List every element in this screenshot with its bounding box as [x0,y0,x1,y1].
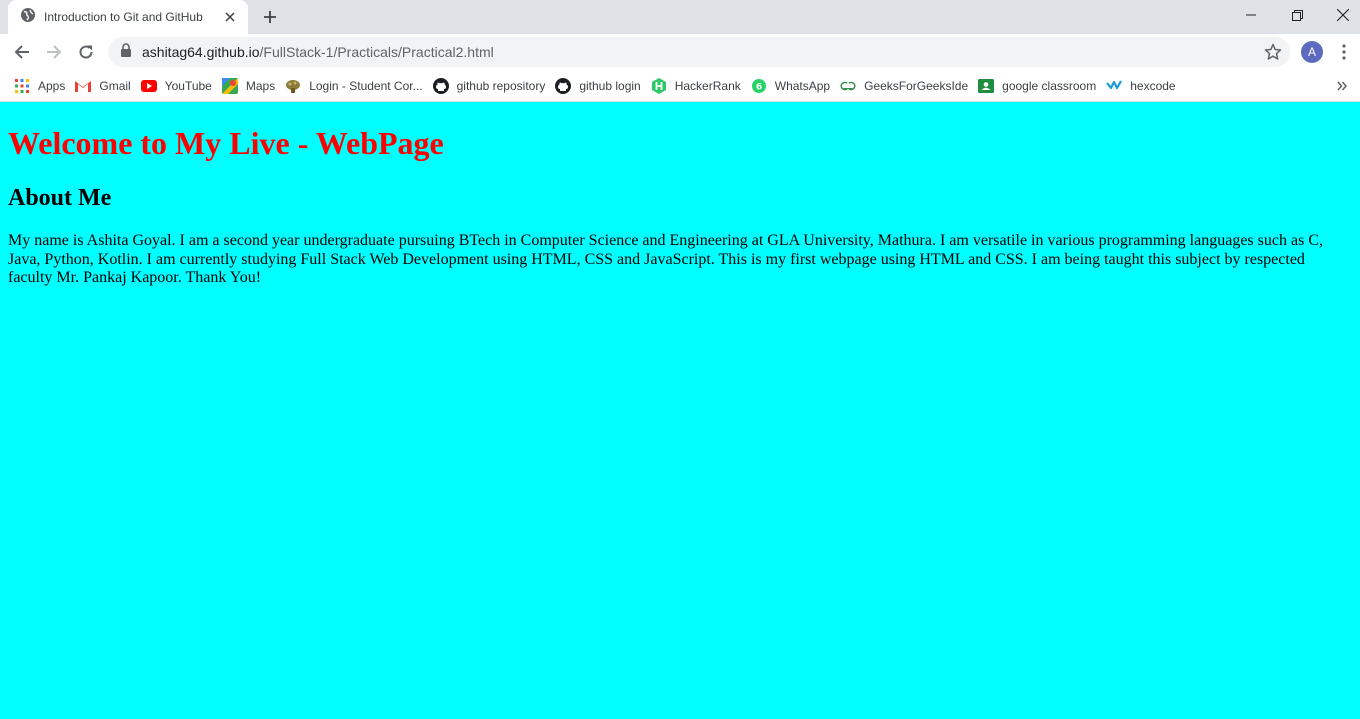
bookmark-maps[interactable]: Maps [220,74,283,98]
apps-grid-icon [14,78,30,94]
page-content: Welcome to My Live - WebPage About Me My… [0,102,1360,719]
hackerrank-icon [651,77,667,94]
bookmark-label: google classroom [1002,78,1097,93]
bookmark-github-repository[interactable]: github repository [431,74,554,98]
tab-close-icon[interactable] [222,9,238,25]
gmail-icon [75,78,92,94]
back-button[interactable] [8,38,36,66]
github-icon [555,77,572,94]
tab-strip: Introduction to Git and GitHub [0,0,1360,34]
browser-toolbar: ashitag64.github.io/FullStack-1/Practica… [0,34,1360,70]
profile-avatar[interactable]: A [1301,41,1323,63]
tab-title: Introduction to Git and GitHub [44,10,203,24]
whatsapp-icon: 6 [751,78,767,94]
bookmark-label: github login [579,78,641,93]
github-icon [432,77,449,94]
bookmark-label: HackerRank [674,78,741,93]
page-heading: Welcome to My Live - WebPage [8,125,444,161]
bookmark-geeksforgeeks[interactable]: GeeksForGeeksIde [838,74,976,98]
arrow-right-icon [47,45,62,59]
bookmark-google-classroom[interactable]: google classroom [976,74,1104,98]
geeksforgeeks-icon [840,78,856,94]
bookmark-label: Apps [38,78,66,93]
bookmark-label: github repository [456,78,546,93]
forward-button[interactable] [40,38,68,66]
youtube-icon [140,78,157,94]
globe-icon [20,7,44,28]
maps-icon [221,77,238,94]
bookmark-label: WhatsApp [774,78,831,93]
reload-icon [79,45,93,59]
arrow-left-icon [14,45,29,59]
bookmark-apps[interactable]: Apps [12,74,73,98]
browser-tab[interactable]: Introduction to Git and GitHub [8,0,248,34]
about-me-heading: About Me [8,185,112,211]
google-classroom-icon [978,78,995,94]
hexcode-icon [1106,78,1123,94]
new-tab-button[interactable] [258,6,282,28]
menu-kebab-icon[interactable] [1336,42,1352,62]
bookmark-github-login[interactable]: github login [553,74,648,98]
bookmarks-bar: Apps Gmail YouTube Maps Login - Student … [0,70,1360,102]
bookmark-label: hexcode [1130,78,1176,93]
minimize-button[interactable] [1228,0,1274,30]
bookmark-label: YouTube [164,78,212,93]
bookmark-gmail[interactable]: Gmail [73,74,138,98]
bookmarks-overflow-chevron-icon[interactable] [1332,74,1352,98]
url-text: ashitag64.github.io/FullStack-1/Practica… [142,44,494,60]
lock-icon[interactable] [120,42,142,62]
bookmark-hackerrank[interactable]: HackerRank [649,74,749,98]
bookmark-label: Gmail [99,78,131,93]
bookmark-whatsapp[interactable]: 6 WhatsApp [749,74,838,98]
reload-button[interactable] [72,38,100,66]
bookmark-star-icon[interactable] [1264,43,1282,61]
about-me-paragraph: My name is Ashita Goyal. I am a second y… [8,232,1323,286]
bookmark-youtube[interactable]: YouTube [139,74,220,98]
bookmark-student-corner[interactable]: Login - Student Cor... [283,74,430,98]
svg-text:6: 6 [756,82,762,92]
student-corner-icon [285,78,301,94]
bookmark-label: Maps [245,78,276,93]
bookmark-label: Login - Student Cor... [309,78,423,93]
bookmark-label: GeeksForGeeksIde [864,78,969,93]
close-window-button[interactable] [1320,0,1360,30]
restore-button[interactable] [1274,0,1320,30]
bookmark-hexcode[interactable]: hexcode [1104,74,1183,98]
address-bar[interactable]: ashitag64.github.io/FullStack-1/Practica… [108,37,1290,67]
url-host: ashitag64.github.io [142,44,260,60]
url-path: /FullStack-1/Practicals/Practical2.html [259,44,494,60]
